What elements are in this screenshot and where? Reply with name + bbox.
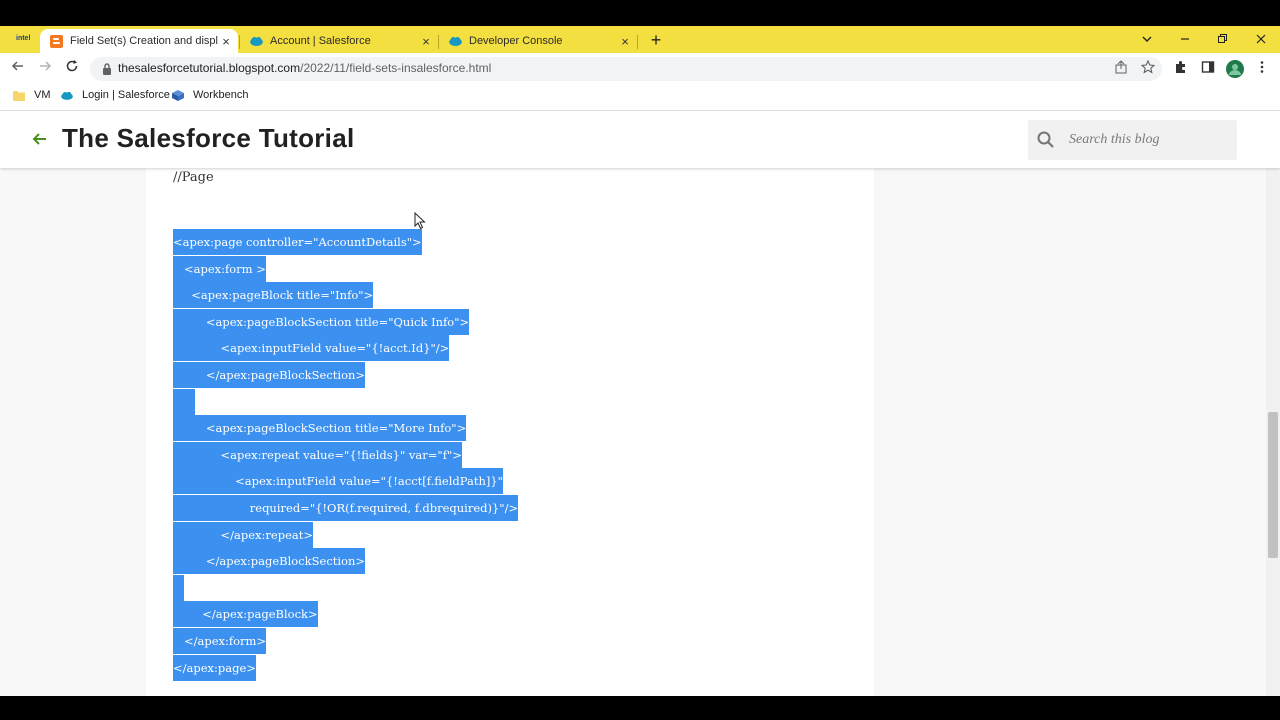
code-line: <apex:form > (173, 256, 266, 282)
code-line-text: </apex:pageBlock> (173, 601, 318, 627)
back-arrow-icon[interactable] (30, 129, 50, 149)
tab-account-salesforce[interactable]: Account | Salesforce × (240, 29, 438, 53)
tab-title: Account | Salesforce (270, 35, 371, 47)
search-placeholder: Search this blog (1069, 132, 1160, 147)
code-line: </apex:pageBlockSection> (173, 362, 366, 388)
extensions-puzzle-icon[interactable] (1172, 60, 1190, 78)
blog-header: The Salesforce Tutorial Search this blog (0, 111, 1280, 168)
screen-top-border (0, 0, 1280, 26)
code-line: <apex:pageBlockSection title="More Info"… (173, 415, 467, 441)
code-line-text: <apex:repeat value="{!fields}" var="f"> (173, 442, 462, 468)
code-line-text (173, 575, 184, 601)
minimize-icon[interactable] (1174, 30, 1196, 48)
restore-icon[interactable] (1211, 30, 1233, 48)
workbench-cube-icon (172, 89, 184, 101)
code-line-text: </apex:page> (173, 655, 256, 681)
code-line-text: required="{!OR(f.required, f.dbrequired)… (173, 495, 519, 521)
code-line-text: </apex:repeat> (173, 522, 313, 548)
code-line-text: </apex:pageBlockSection> (173, 362, 366, 388)
folder-icon (13, 90, 25, 101)
blogger-icon (50, 34, 63, 48)
code-line: <apex:inputField value="{!acct.Id}"/> (173, 335, 450, 361)
screen-bottom-border (0, 696, 1280, 720)
web-page: //Page <apex:page controller="AccountDet… (0, 111, 1280, 696)
bookmark-star-icon[interactable] (1139, 59, 1157, 78)
intel-badge-icon: intel (16, 35, 31, 42)
browser-menu-icon[interactable] (1253, 60, 1271, 78)
code-line-text: <apex:form > (173, 256, 266, 282)
close-tab-icon[interactable]: × (617, 34, 633, 49)
code-line-text: </apex:form> (173, 628, 267, 654)
tab-search-chevron-icon[interactable] (1136, 30, 1158, 48)
new-tab-button[interactable]: + (646, 30, 666, 50)
code-line-text: <apex:inputField value="{!acct.Id}"/> (173, 335, 450, 361)
salesforce-cloud-icon (250, 36, 263, 46)
code-line-text: <apex:pageBlockSection title="Quick Info… (173, 309, 470, 335)
tab-title: Field Set(s) Creation and displayin (70, 35, 218, 47)
code-line: <apex:pageBlockSection title="Quick Info… (173, 309, 470, 335)
code-line-text: <apex:inputField value="{!acct[f.fieldPa… (173, 468, 503, 494)
code-line-text: <apex:page controller="AccountDetails"> (173, 229, 422, 255)
code-line (173, 575, 184, 601)
back-icon[interactable] (8, 59, 28, 79)
code-line: </apex:pageBlock> (173, 601, 318, 627)
close-tab-icon[interactable]: × (418, 34, 434, 49)
code-line: </apex:repeat> (173, 522, 313, 548)
tab-developer-console[interactable]: Developer Console × (439, 29, 637, 53)
url-path: /2022/11/field-sets-insalesforce.html (300, 61, 492, 75)
code-line: <apex:repeat value="{!fields}" var="f"> (173, 442, 462, 468)
bookmark-label: Login | Salesforce (82, 89, 170, 101)
salesforce-cloud-icon (449, 36, 462, 46)
tab-title: Developer Console (469, 35, 563, 47)
tab-strip: intel Field Set(s) Creation and displayi… (0, 26, 1280, 53)
code-line: </apex:page> (173, 655, 256, 681)
scrollbar-thumb[interactable] (1268, 412, 1278, 558)
bookmark-workbench[interactable]: Workbench (172, 89, 248, 101)
code-line-text: <apex:pageBlock title="Info"> (173, 282, 374, 308)
bookmark-vm[interactable]: VM (13, 89, 51, 101)
bookmark-label: Workbench (193, 89, 249, 101)
reload-icon[interactable] (62, 59, 82, 79)
bookmark-label: VM (34, 89, 51, 101)
code-line-text: <apex:pageBlockSection title="More Info"… (173, 415, 467, 441)
tab-separator (637, 35, 638, 49)
code-line-text: </apex:pageBlockSection> (173, 548, 366, 574)
close-tab-icon[interactable]: × (218, 34, 234, 49)
salesforce-cloud-icon (61, 91, 73, 100)
url-text[interactable]: thesalesforcetutorial.blogspot.com/2022/… (118, 61, 491, 75)
share-icon[interactable] (1112, 60, 1130, 78)
code-line: </apex:pageBlockSection> (173, 548, 366, 574)
vertical-scrollbar[interactable] (1266, 111, 1280, 696)
search-icon[interactable] (1036, 130, 1056, 150)
tab-field-sets[interactable]: Field Set(s) Creation and displayin × (40, 29, 238, 53)
lock-icon (103, 63, 111, 75)
profile-avatar-icon[interactable] (1226, 60, 1244, 78)
code-line: <apex:page controller="AccountDetails"> (173, 229, 422, 255)
url-host: thesalesforcetutorial.blogspot.com (118, 61, 301, 75)
code-line (173, 389, 195, 415)
code-line: </apex:form> (173, 628, 267, 654)
side-panel-icon[interactable] (1199, 60, 1217, 78)
forward-icon[interactable] (35, 59, 55, 79)
close-window-icon[interactable] (1250, 30, 1272, 48)
mouse-cursor-icon (414, 212, 426, 230)
code-line-text (173, 389, 195, 415)
code-line: <apex:pageBlock title="Info"> (173, 282, 374, 308)
code-line: <apex:inputField value="{!acct[f.fieldPa… (173, 468, 503, 494)
blog-title[interactable]: The Salesforce Tutorial (62, 123, 355, 154)
bookmark-login-salesforce[interactable]: Login | Salesforce (61, 89, 170, 101)
code-section-label: //Page (173, 170, 214, 185)
code-line: required="{!OR(f.required, f.dbrequired)… (173, 495, 519, 521)
